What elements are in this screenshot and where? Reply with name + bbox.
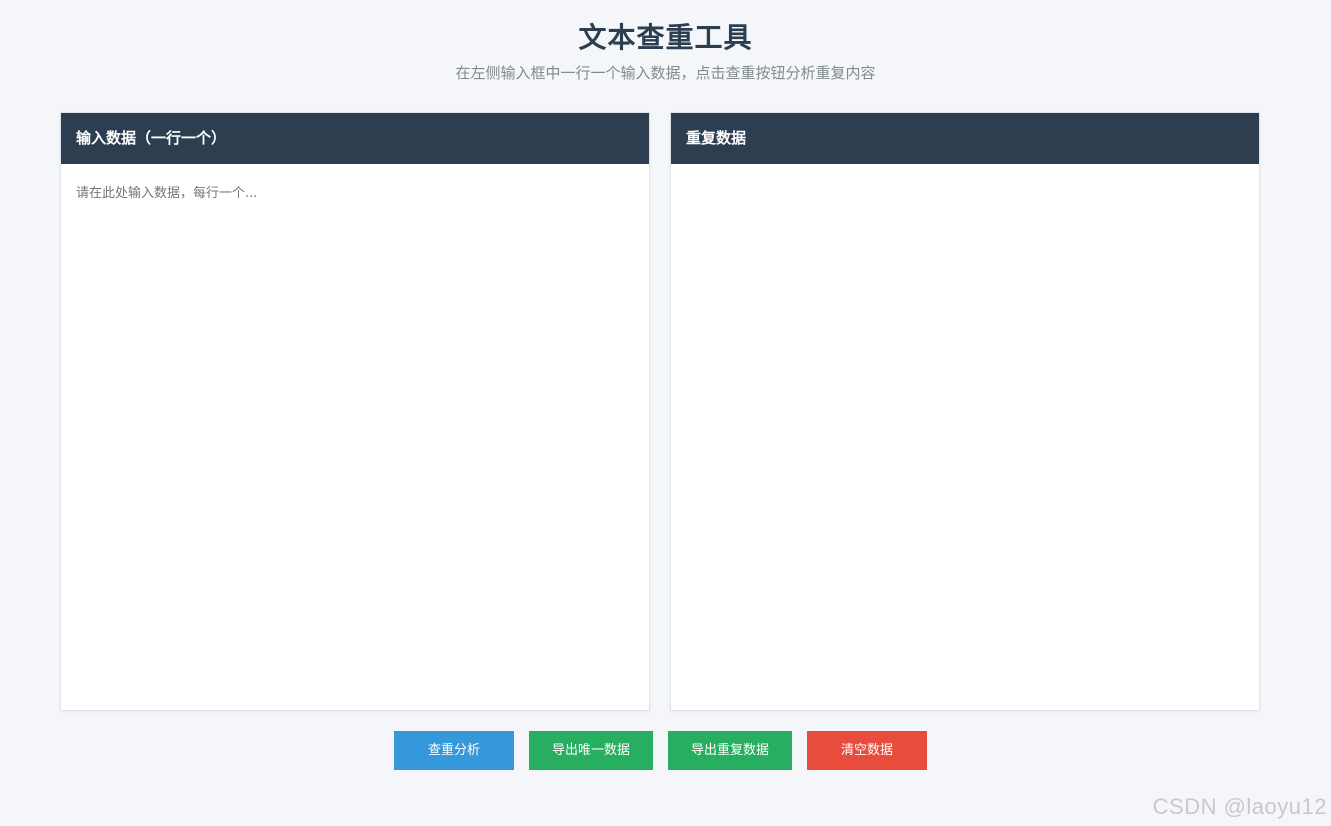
page: 文本查重工具 在左侧输入框中一行一个输入数据，点击查重按钮分析重复内容 输入数据… [0, 0, 1331, 826]
duplicate-panel: 重复数据 [670, 112, 1260, 711]
action-bar: 查重分析 导出唯一数据 导出重复数据 清空数据 [0, 731, 1331, 770]
csdn-watermark: CSDN @laoyu12 [1152, 794, 1327, 819]
export-duplicate-button[interactable]: 导出重复数据 [668, 731, 792, 770]
input-panel: 输入数据（一行一个） [60, 112, 650, 711]
duplicate-results-area[interactable] [671, 164, 1259, 710]
page-title: 文本查重工具 [578, 21, 753, 54]
page-subtitle: 在左侧输入框中一行一个输入数据，点击查重按钮分析重复内容 [455, 64, 876, 82]
clear-button[interactable]: 清空数据 [807, 731, 927, 770]
input-panel-body [61, 164, 649, 710]
duplicate-panel-body [671, 164, 1259, 710]
analyze-button[interactable]: 查重分析 [394, 731, 514, 770]
input-panel-title: 输入数据（一行一个） [61, 113, 649, 164]
export-unique-button[interactable]: 导出唯一数据 [529, 731, 653, 770]
data-input-textarea[interactable] [61, 164, 649, 710]
duplicate-panel-title: 重复数据 [671, 113, 1259, 164]
